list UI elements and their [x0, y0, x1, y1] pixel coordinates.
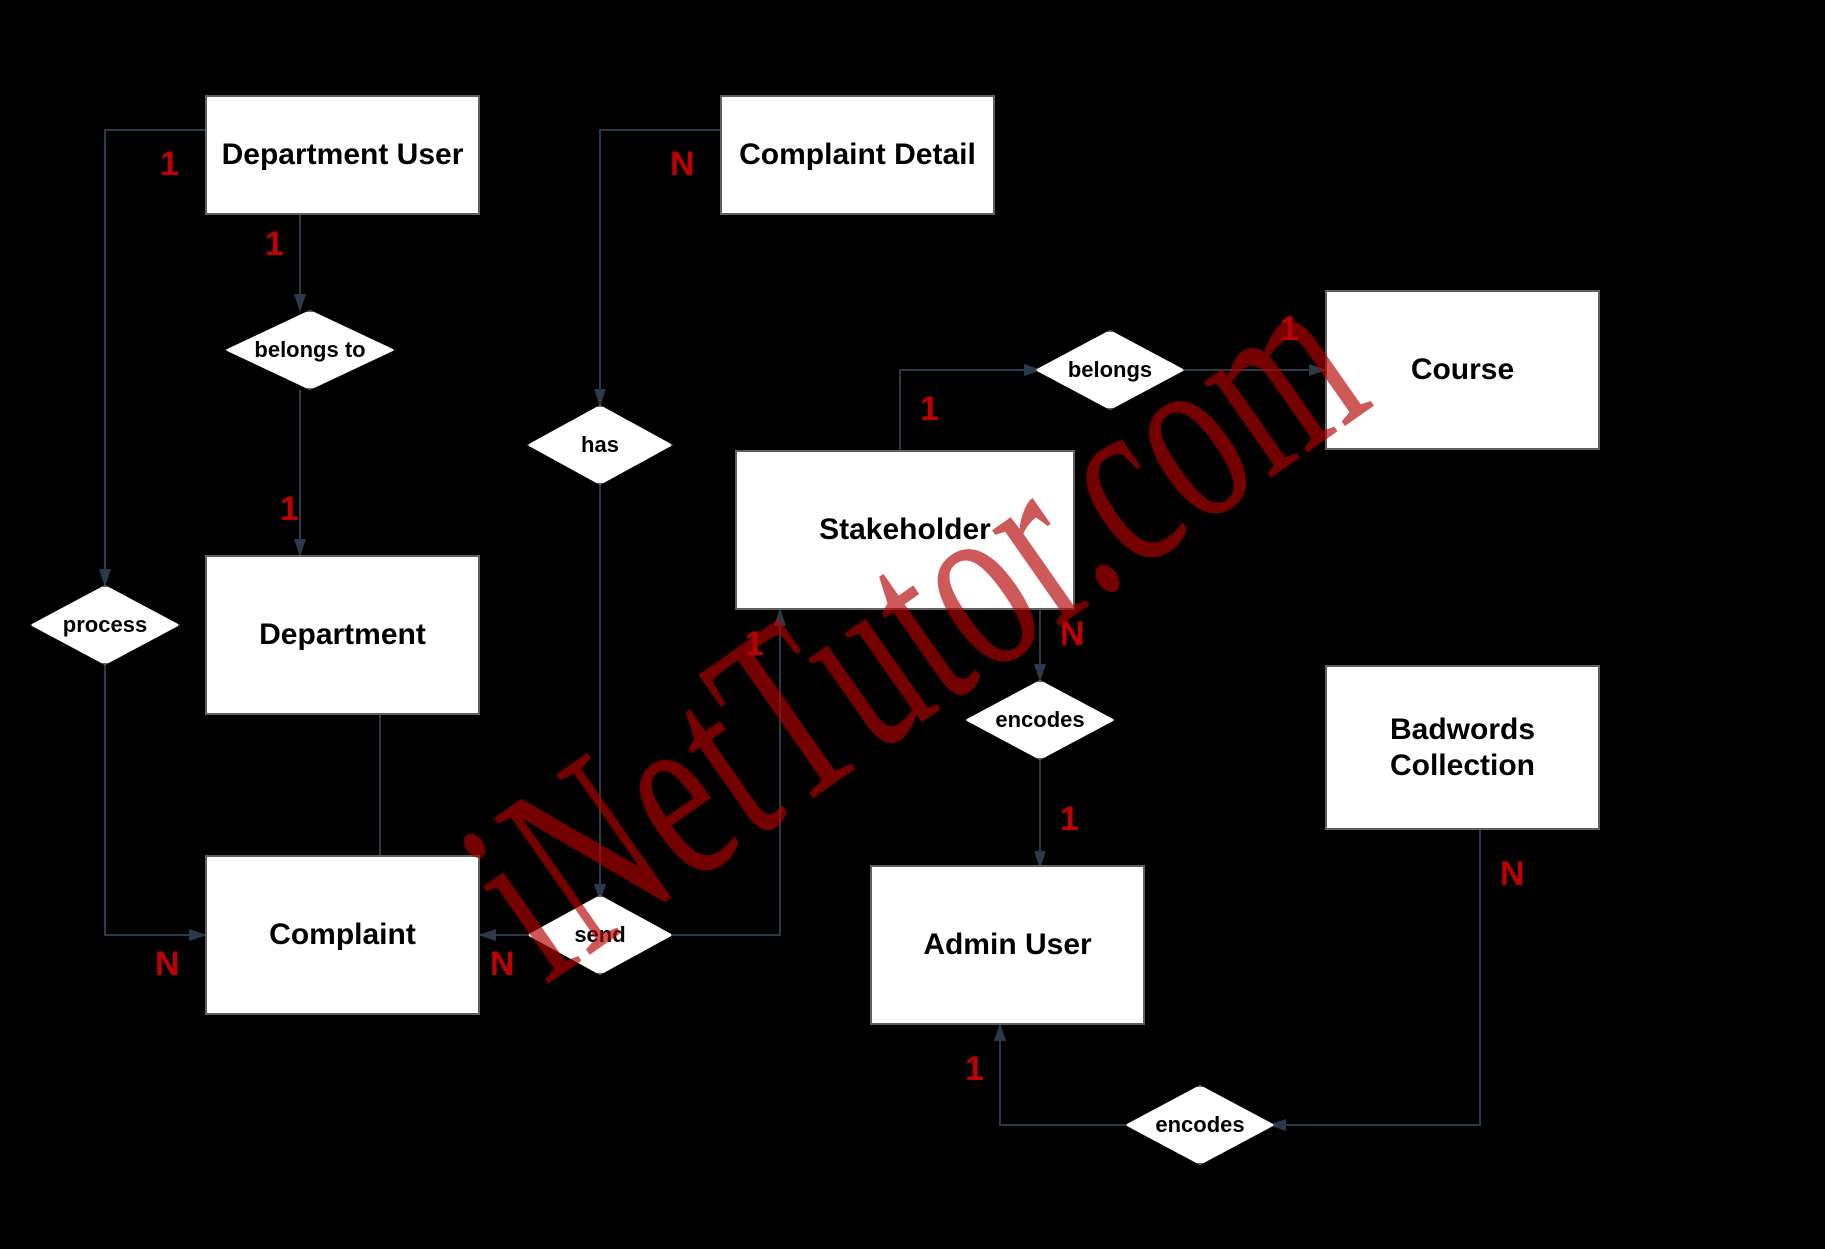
entity-label: Stakeholder [819, 512, 991, 548]
cardinality-complaint-right: N [490, 945, 515, 984]
cardinality-complaintdetail-left: N [670, 145, 695, 184]
entity-badwords-collection: Badwords Collection [1325, 665, 1600, 830]
relation-label: encodes [1125, 1085, 1275, 1165]
relation-belongs: belongs [1035, 330, 1185, 410]
entity-label: Complaint Detail [739, 137, 976, 173]
cardinality-course-left: 1 [1280, 310, 1299, 349]
entity-label: Department User [222, 137, 464, 173]
cardinality-stakeholder-topleft: 1 [920, 390, 939, 429]
relation-label: belongs to [225, 310, 395, 390]
relation-encodes-badwords: encodes [1125, 1085, 1275, 1165]
entity-complaint-detail: Complaint Detail [720, 95, 995, 215]
entity-label: Course [1411, 352, 1514, 388]
relation-label: encodes [965, 680, 1115, 760]
entity-stakeholder: Stakeholder [735, 450, 1075, 610]
entity-complaint: Complaint [205, 855, 480, 1015]
relation-belongs-to: belongs to [225, 310, 395, 390]
relation-process: process [30, 585, 180, 665]
entity-label: Complaint [269, 917, 416, 953]
entity-department: Department [205, 555, 480, 715]
relation-has: has [527, 405, 673, 485]
relation-encodes-stakeholder: encodes [965, 680, 1115, 760]
entity-label: Admin User [923, 927, 1091, 963]
cardinality-stakeholder-right: N [1060, 615, 1085, 654]
cardinality-deptuser-bottom: 1 [265, 225, 284, 264]
cardinality-adminuser-top: 1 [1060, 800, 1079, 839]
entity-label: Badwords Collection [1331, 712, 1594, 784]
entity-admin-user: Admin User [870, 865, 1145, 1025]
relation-send: send [527, 895, 673, 975]
entity-course: Course [1325, 290, 1600, 450]
cardinality-department-top: 1 [280, 490, 299, 529]
entity-department-user: Department User [205, 95, 480, 215]
cardinality-adminuser-bottom: 1 [965, 1050, 984, 1089]
cardinality-deptuser-left: 1 [160, 145, 179, 184]
entity-label: Department [259, 617, 426, 653]
cardinality-stakeholder-bottomleft: 1 [745, 625, 764, 664]
relation-label: send [527, 895, 673, 975]
cardinality-complaint-left: N [155, 945, 180, 984]
cardinality-badwords-bottom: N [1500, 855, 1525, 894]
er-diagram: Department User Complaint Detail Course … [0, 0, 1825, 1249]
relation-label: has [527, 405, 673, 485]
relation-label: belongs [1035, 330, 1185, 410]
relation-label: process [30, 585, 180, 665]
